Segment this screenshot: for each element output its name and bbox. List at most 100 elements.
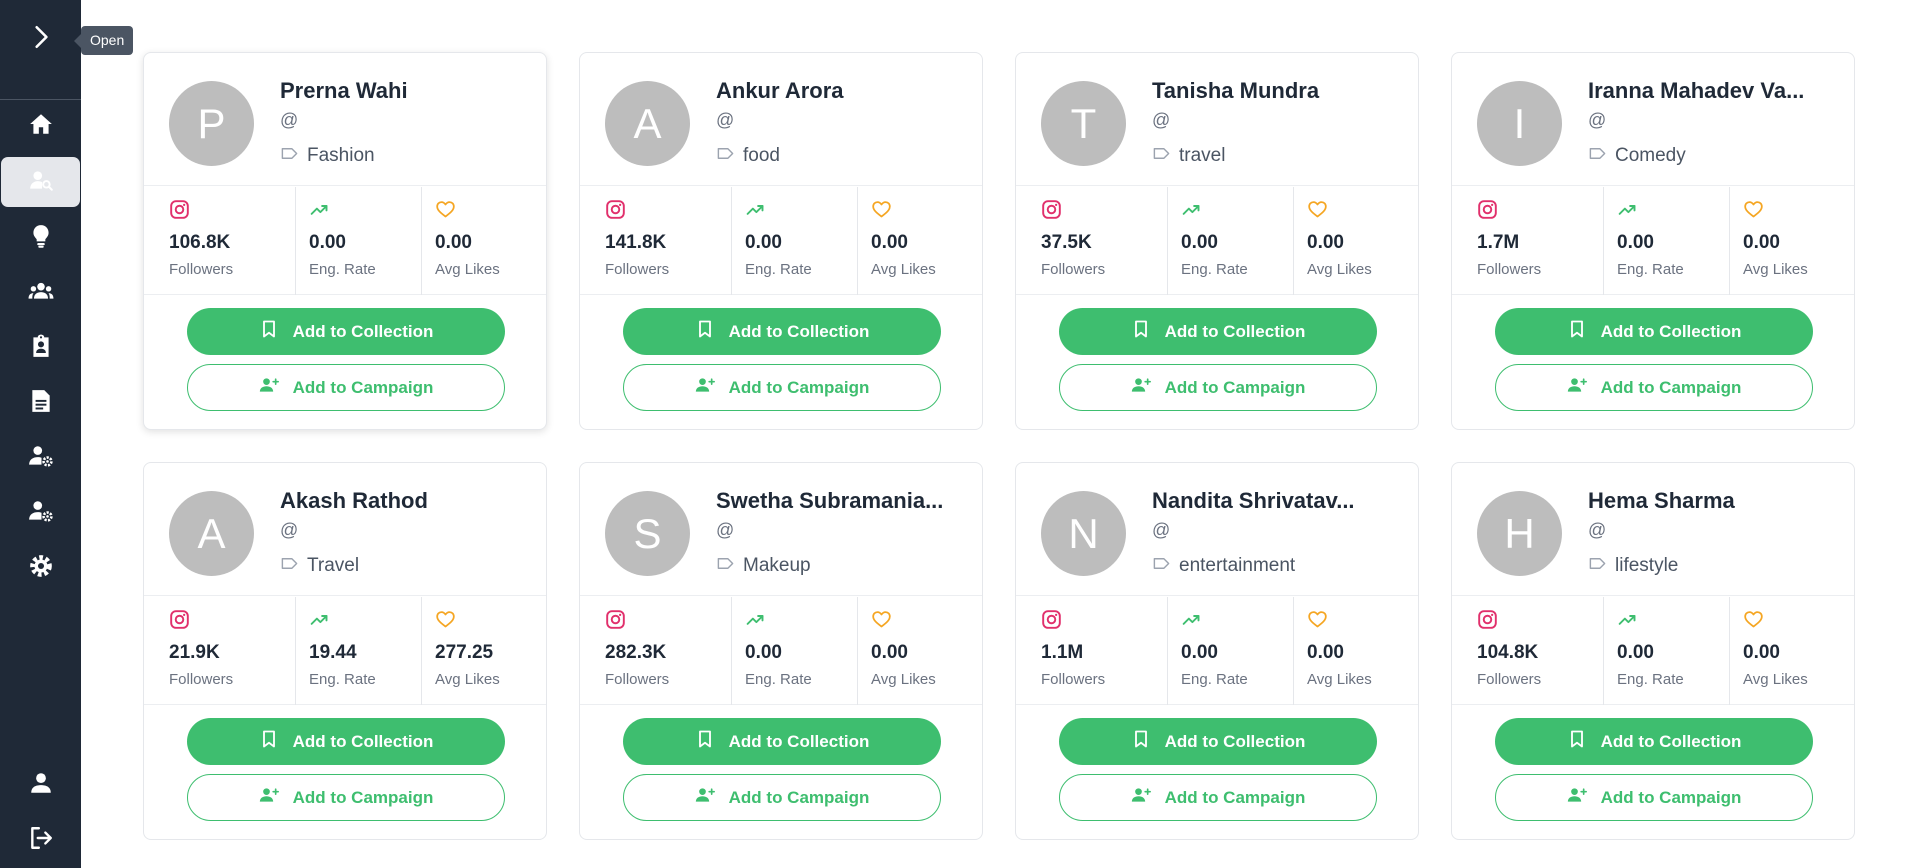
followers-stat: 106.8K Followers: [169, 187, 294, 295]
influencer-card[interactable]: N Nandita Shrivatav... @ entertainment 1…: [1015, 462, 1419, 840]
influencer-card[interactable]: A Akash Rathod @ Travel 21.9K Followers: [143, 462, 547, 840]
followers-stat: 1.7M Followers: [1477, 187, 1602, 295]
engagement-label: Eng. Rate: [1181, 671, 1248, 688]
tag-icon: [280, 554, 307, 578]
engagement-label: Eng. Rate: [309, 671, 376, 688]
avg-likes-value: 0.00: [1743, 642, 1780, 663]
stats-row: 141.8K Followers 0.00 Eng. Rate 0.00 Avg…: [580, 187, 982, 295]
sidebar-item-campaigns[interactable]: [0, 323, 81, 373]
tag-icon: [1588, 554, 1615, 578]
add-to-collection-button[interactable]: Add to Collection: [1059, 718, 1377, 765]
user-plus-icon: [259, 785, 293, 810]
category-tag: entertainment: [1152, 554, 1295, 578]
category-label: Comedy: [1615, 145, 1686, 166]
home-icon: [28, 111, 54, 142]
influencer-card[interactable]: A Ankur Arora @ food 141.8K Followers 0.…: [579, 52, 983, 430]
influencer-card[interactable]: S Swetha Subramania... @ Makeup 282.3K F…: [579, 462, 983, 840]
sidebar-toggle-button[interactable]: [0, 0, 81, 79]
add-to-collection-button[interactable]: Add to Collection: [1495, 718, 1813, 765]
avg-likes-label: Avg Likes: [1307, 261, 1372, 278]
add-to-campaign-button[interactable]: Add to Campaign: [187, 774, 505, 821]
document-icon: [28, 388, 54, 419]
avatar-initial: T: [1070, 99, 1097, 147]
sidebar-divider: [0, 99, 81, 100]
add-to-campaign-button[interactable]: Add to Campaign: [187, 364, 505, 411]
influencer-name[interactable]: Swetha Subramania...: [716, 488, 971, 514]
add-to-collection-button[interactable]: Add to Collection: [623, 308, 941, 355]
bookmark-icon: [1131, 319, 1165, 344]
add-to-campaign-button[interactable]: Add to Campaign: [1495, 774, 1813, 821]
influencer-name[interactable]: Hema Sharma: [1588, 488, 1843, 514]
followers-value: 21.9K: [169, 642, 220, 663]
sidebar-item-user-settings[interactable]: [0, 433, 81, 483]
influencer-card[interactable]: H Hema Sharma @ lifestyle 104.8K Followe…: [1451, 462, 1855, 840]
tag-icon: [280, 144, 307, 168]
add-to-campaign-button[interactable]: Add to Campaign: [1059, 774, 1377, 821]
bookmark-icon: [695, 729, 729, 754]
avatar: I: [1477, 81, 1562, 166]
add-to-collection-label: Add to Collection: [292, 731, 434, 751]
user-plus-icon: [695, 785, 729, 810]
sidebar-item-ideas[interactable]: [0, 213, 81, 263]
followers-value: 141.8K: [605, 232, 667, 253]
followers-label: Followers: [1477, 261, 1542, 278]
followers-stat: 21.9K Followers: [169, 597, 294, 705]
sidebar-item-settings[interactable]: [0, 543, 81, 593]
add-to-campaign-button[interactable]: Add to Campaign: [623, 774, 941, 821]
bookmark-icon: [259, 319, 293, 344]
engagement-value: 0.00: [309, 232, 346, 253]
influencer-name[interactable]: Iranna Mahadev Va...: [1588, 78, 1843, 104]
add-to-collection-button[interactable]: Add to Collection: [1059, 308, 1377, 355]
lightbulb-icon: [28, 223, 54, 254]
trending-up-icon: [745, 199, 766, 220]
add-to-campaign-button[interactable]: Add to Campaign: [1059, 364, 1377, 411]
add-to-collection-label: Add to Collection: [1600, 731, 1742, 751]
add-to-collection-button[interactable]: Add to Collection: [623, 718, 941, 765]
trending-up-icon: [1181, 199, 1202, 220]
sidebar-item-users[interactable]: [0, 268, 81, 318]
avatar: A: [169, 491, 254, 576]
influencer-card[interactable]: I Iranna Mahadev Va... @ Comedy 1.7M Fol…: [1451, 52, 1855, 430]
influencer-name[interactable]: Akash Rathod: [280, 488, 535, 514]
engagement-stat: 0.00 Eng. Rate: [731, 597, 856, 705]
user-icon: [28, 770, 54, 801]
influencer-name[interactable]: Prerna Wahi: [280, 78, 535, 104]
followers-stat: 141.8K Followers: [605, 187, 730, 295]
avatar: H: [1477, 491, 1562, 576]
add-to-collection-button[interactable]: Add to Collection: [187, 308, 505, 355]
avatar: N: [1041, 491, 1126, 576]
bookmark-icon: [1131, 729, 1165, 754]
avg-likes-stat: 0.00 Avg Likes: [1293, 187, 1418, 295]
followers-value: 37.5K: [1041, 232, 1092, 253]
card-header: T Tanisha Mundra @ travel: [1016, 53, 1418, 186]
sidebar-item-team-settings[interactable]: [0, 488, 81, 538]
add-to-collection-label: Add to Collection: [728, 321, 870, 341]
followers-label: Followers: [169, 671, 234, 688]
sidebar-item-reports[interactable]: [0, 378, 81, 428]
user-plus-icon: [1567, 785, 1601, 810]
engagement-stat: 0.00 Eng. Rate: [295, 187, 420, 295]
add-to-campaign-label: Add to Campaign: [728, 787, 870, 807]
influencer-name[interactable]: Nandita Shrivatav...: [1152, 488, 1407, 514]
bookmark-icon: [1567, 319, 1601, 344]
add-to-campaign-button[interactable]: Add to Campaign: [1495, 364, 1813, 411]
stats-row: 37.5K Followers 0.00 Eng. Rate 0.00 Avg …: [1016, 187, 1418, 295]
influencer-name[interactable]: Tanisha Mundra: [1152, 78, 1407, 104]
influencer-card[interactable]: T Tanisha Mundra @ travel 37.5K Follower…: [1015, 52, 1419, 430]
add-to-campaign-button[interactable]: Add to Campaign: [623, 364, 941, 411]
add-to-collection-button[interactable]: Add to Collection: [187, 718, 505, 765]
avatar-initial: P: [197, 99, 226, 147]
avg-likes-label: Avg Likes: [435, 261, 500, 278]
sidebar-item-profile[interactable]: [0, 760, 81, 810]
stats-row: 106.8K Followers 0.00 Eng. Rate 0.00 Avg…: [144, 187, 546, 295]
followers-stat: 104.8K Followers: [1477, 597, 1602, 705]
engagement-label: Eng. Rate: [745, 261, 812, 278]
add-to-campaign-label: Add to Campaign: [1600, 377, 1742, 397]
sidebar-item-home[interactable]: [0, 101, 81, 151]
chevron-right-icon: [28, 24, 54, 55]
sidebar-item-logout[interactable]: [0, 815, 81, 865]
sidebar-item-discover[interactable]: [1, 157, 80, 207]
influencer-name[interactable]: Ankur Arora: [716, 78, 971, 104]
add-to-collection-button[interactable]: Add to Collection: [1495, 308, 1813, 355]
influencer-card[interactable]: P Prerna Wahi @ Fashion 106.8K Followers: [143, 52, 547, 430]
